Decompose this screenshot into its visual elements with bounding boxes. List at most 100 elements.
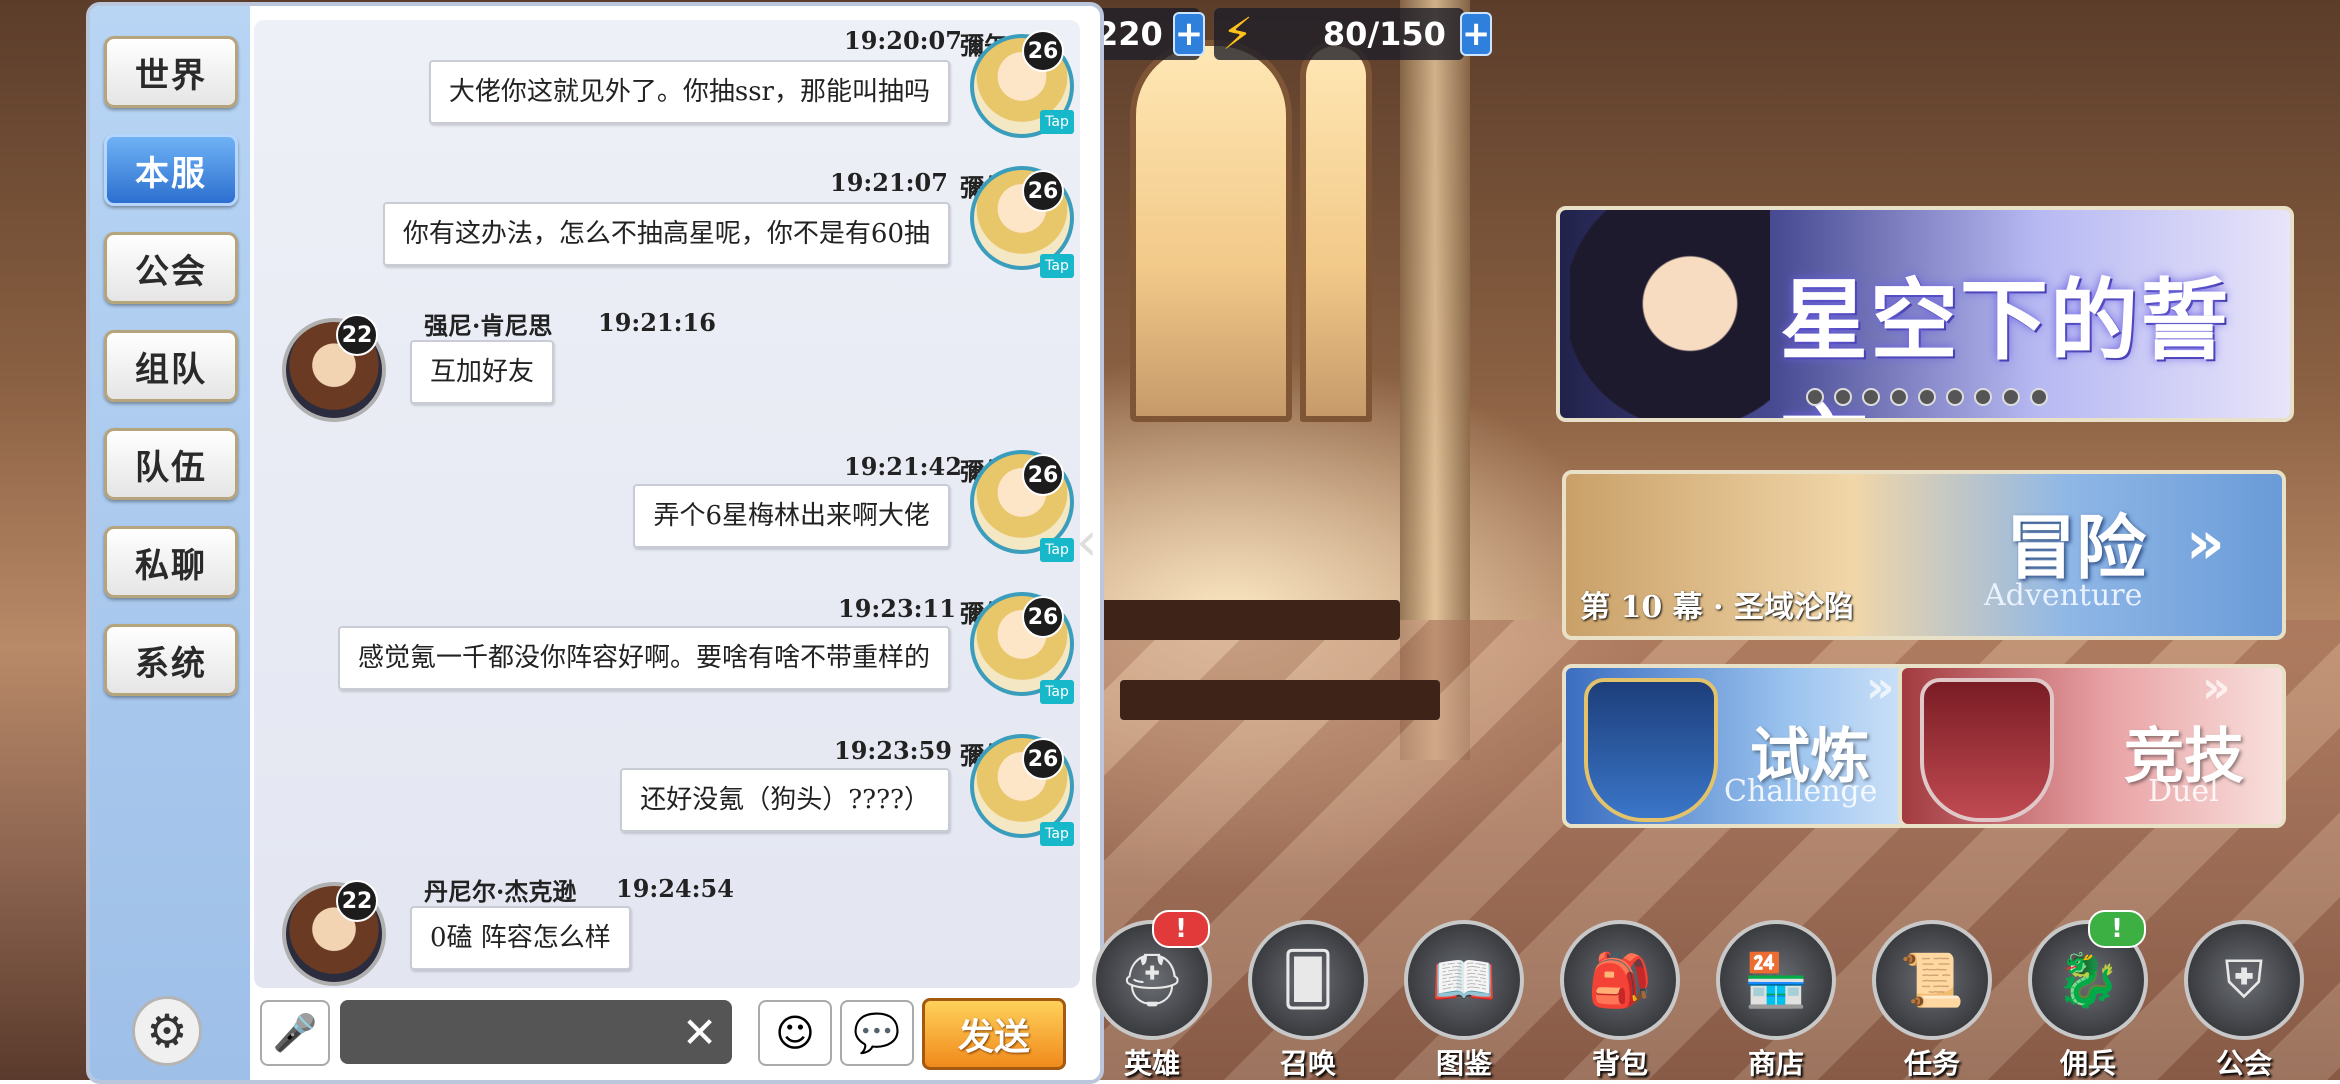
nav-label: 英雄 xyxy=(1123,1047,1180,1080)
page-dot[interactable] xyxy=(1806,388,1824,406)
alert-badge: ! xyxy=(1152,910,1210,948)
adventure-subtitle: Adventure xyxy=(1984,578,2143,613)
page-dot[interactable] xyxy=(1862,388,1880,406)
page-dot[interactable] xyxy=(1974,388,1992,406)
nav-heroes[interactable]: ⛑ ! 英雄 xyxy=(1092,910,1212,1082)
message-bubble: 大佬你这就见外了。你抽ssr，那能叫抽吗 xyxy=(428,60,950,124)
channel-server-tab[interactable]: 本服 xyxy=(104,134,238,206)
message-time: 19:21:07 xyxy=(830,168,948,197)
message-time: 19:24:54 xyxy=(616,874,734,903)
channel-world-tab[interactable]: 世界 xyxy=(104,36,238,108)
level-badge: 26 xyxy=(1022,596,1064,638)
message-time: 19:20:07 xyxy=(844,26,962,55)
send-button[interactable]: 发送 xyxy=(922,998,1066,1070)
microphone-icon[interactable]: 🎤 xyxy=(260,1000,330,1066)
nav-label: 商店 xyxy=(1747,1047,1804,1080)
add-stamina-button[interactable]: + xyxy=(1459,12,1493,56)
stained-glass-window xyxy=(1130,40,1292,422)
double-chevron-icon: » xyxy=(1866,664,1895,713)
page-dot[interactable] xyxy=(1918,388,1936,406)
message-time: 19:21:16 xyxy=(598,308,716,337)
alert-badge: ! xyxy=(2088,910,2146,948)
challenge-button[interactable]: 试炼 Challenge » xyxy=(1562,664,1946,828)
message-time: 19:23:11 xyxy=(838,594,956,623)
message-time: 19:23:59 xyxy=(834,736,952,765)
guild-icon: ⛨ xyxy=(2184,920,2304,1040)
nav-summon[interactable]: 🂠 召唤 xyxy=(1248,920,1368,1082)
tap-badge: Tap xyxy=(1040,110,1074,134)
tap-badge: Tap xyxy=(1040,254,1074,278)
level-badge: 26 xyxy=(1022,738,1064,780)
backpack-icon: 🎒 xyxy=(1560,920,1680,1040)
tap-badge: Tap xyxy=(1040,680,1074,704)
duel-subtitle: Duel xyxy=(2148,774,2219,809)
level-badge: 26 xyxy=(1022,30,1064,72)
message-bubble: 你有这办法，怎么不抽高星呢，你不是有60抽 xyxy=(382,202,950,266)
channel-sidebar: 世界 本服 公会 组队 队伍 私聊 系统 ⚙ xyxy=(90,6,250,1080)
tap-badge: Tap xyxy=(1040,822,1074,846)
shield-emblem-icon xyxy=(1584,678,1718,822)
collapse-chat-chevron-icon[interactable]: ‹ xyxy=(1076,510,1106,573)
adventure-stage-label: 第 10 幕 · 圣域沦陷 xyxy=(1580,590,1854,625)
trophy-emblem-icon xyxy=(1920,678,2054,822)
message-bubble: 感觉氪一千都没你阵容好啊。要啥有啥不带重样的 xyxy=(337,626,950,690)
duel-button[interactable]: 竞技 Duel » xyxy=(1898,664,2286,828)
nav-label: 图鉴 xyxy=(1435,1047,1492,1080)
level-badge: 22 xyxy=(336,314,378,356)
channel-party-tab[interactable]: 队伍 xyxy=(104,428,238,500)
level-badge: 26 xyxy=(1022,454,1064,496)
stained-glass-window xyxy=(1300,40,1372,422)
pew xyxy=(1100,600,1400,640)
double-chevron-icon: » xyxy=(2186,508,2225,578)
cards-icon: 🂠 xyxy=(1248,920,1368,1040)
page-dot[interactable] xyxy=(1946,388,1964,406)
nav-label: 公会 xyxy=(2215,1047,2272,1080)
page-dot[interactable] xyxy=(1890,388,1908,406)
page-dot[interactable] xyxy=(2002,388,2020,406)
adventure-button[interactable]: 冒险 Adventure 第 10 幕 · 圣域沦陷 » xyxy=(1562,470,2286,640)
challenge-subtitle: Challenge xyxy=(1724,774,1878,809)
shop-icon: 🏪 xyxy=(1716,920,1836,1040)
level-badge: 26 xyxy=(1022,170,1064,212)
tap-badge: Tap xyxy=(1040,538,1074,562)
clear-input-icon[interactable]: ✕ xyxy=(682,1008,717,1057)
message-bubble: 0磕 阵容怎么样 xyxy=(410,906,631,970)
nav-guild[interactable]: ⛨ 公会 xyxy=(2184,920,2304,1082)
stamina-counter: ⚡ 80/150 + xyxy=(1214,8,1493,60)
nav-quests[interactable]: 📜 任务 xyxy=(1872,920,1992,1082)
chat-panel: 世界 本服 公会 组队 队伍 私聊 系统 ⚙ 19:20:07 彌矢 大佬你这就… xyxy=(86,2,1104,1084)
channel-team-tab[interactable]: 组队 xyxy=(104,330,238,402)
lightning-icon: ⚡ xyxy=(1222,8,1253,60)
page-dot[interactable] xyxy=(1834,388,1852,406)
channel-guild-tab[interactable]: 公会 xyxy=(104,232,238,304)
nav-backpack[interactable]: 🎒 背包 xyxy=(1560,920,1680,1082)
book-icon: 📖 xyxy=(1404,920,1524,1040)
message-sender: 强尼·肯尼思 xyxy=(424,311,553,340)
channel-system-tab[interactable]: 系统 xyxy=(104,624,238,696)
chat-input[interactable] xyxy=(340,1000,732,1064)
nav-label: 背包 xyxy=(1591,1047,1648,1080)
pew xyxy=(1120,680,1440,720)
banner-page-dots xyxy=(1806,388,2048,406)
nav-codex[interactable]: 📖 图鉴 xyxy=(1404,920,1524,1082)
message-bubble: 弄个6星梅林出来啊大佬 xyxy=(633,484,950,548)
channel-private-tab[interactable]: 私聊 xyxy=(104,526,238,598)
message-bubble: 还好没氪（狗头）????） xyxy=(620,768,950,832)
event-character-art xyxy=(1570,210,1770,418)
chat-message-list[interactable]: 19:20:07 彌矢 大佬你这就见外了。你抽ssr，那能叫抽吗 26 Tap … xyxy=(254,20,1080,988)
quick-message-icon[interactable]: 💬 xyxy=(840,1000,914,1066)
nav-label: 召唤 xyxy=(1279,1047,1336,1080)
level-badge: 22 xyxy=(336,880,378,922)
emoji-icon[interactable]: ☺ xyxy=(758,1000,832,1066)
quest-icon: 📜 xyxy=(1872,920,1992,1040)
nav-label: 佣兵 xyxy=(2059,1047,2116,1080)
nav-mercenary[interactable]: 🐉 ! 佣兵 xyxy=(2028,910,2148,1082)
message-sender: 丹尼尔·杰克逊 xyxy=(424,877,577,906)
add-currency-button[interactable]: + xyxy=(1172,12,1206,56)
message-time: 19:21:42 xyxy=(844,452,962,481)
event-banner[interactable]: 星空下的誓言 xyxy=(1556,206,2294,422)
message-bubble: 互加好友 xyxy=(410,340,555,404)
settings-gear-icon[interactable]: ⚙ xyxy=(132,996,202,1066)
nav-shop[interactable]: 🏪 商店 xyxy=(1716,920,1836,1082)
page-dot[interactable] xyxy=(2030,388,2048,406)
